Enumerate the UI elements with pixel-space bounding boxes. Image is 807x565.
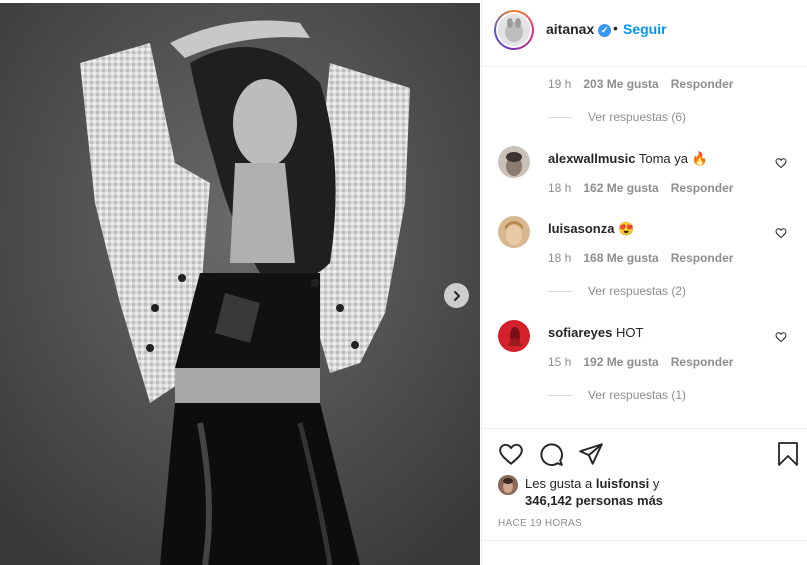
next-photo-button[interactable]: [444, 283, 469, 308]
comment-meta: 18 h 162 Me gusta Responder: [548, 181, 733, 195]
photo-illustration: [0, 3, 480, 565]
comment-text: luisasonza 😍: [548, 221, 634, 237]
post-actions: Les gusta a luisfonsi y 346,142 personas…: [482, 428, 807, 565]
bookmark-icon[interactable]: [776, 441, 800, 467]
comments-list[interactable]: 19 h 203 Me gusta Responder Ver respuest…: [482, 68, 807, 428]
comment-like-icon[interactable]: [775, 227, 787, 239]
comment-likes[interactable]: 192 Me gusta: [583, 355, 658, 369]
commenter-username[interactable]: sofiareyes: [548, 325, 612, 340]
comment-likes[interactable]: 203 Me gusta: [583, 77, 658, 91]
follow-button[interactable]: Seguir: [623, 21, 667, 37]
heart-icon[interactable]: [498, 441, 524, 467]
reply-button[interactable]: Responder: [671, 251, 734, 265]
comment-meta: 19 h 203 Me gusta Responder: [548, 77, 733, 91]
comment-time: 19 h: [548, 77, 572, 91]
comment-likes[interactable]: 162 Me gusta: [583, 181, 658, 195]
reply-button[interactable]: Responder: [671, 355, 734, 369]
post-sidebar: aitanax ✓ • Seguir 19 h 203 Me gusta Resp…: [481, 0, 807, 565]
verified-badge-icon: ✓: [598, 23, 612, 37]
commenter-username[interactable]: luisasonza: [548, 221, 614, 236]
commenter-avatar[interactable]: [498, 320, 530, 352]
comment-time: 18 h: [548, 251, 572, 265]
replies-divider: [548, 290, 572, 292]
likes-count[interactable]: 346,142 personas más: [525, 493, 663, 508]
author-username[interactable]: aitanax ✓: [546, 21, 612, 37]
view-replies-label: Ver respuestas (6): [588, 110, 687, 124]
comment-likes[interactable]: 168 Me gusta: [583, 251, 658, 265]
view-replies-button[interactable]: Ver respuestas (1): [548, 388, 686, 402]
comment-time: 15 h: [548, 355, 572, 369]
post-photo[interactable]: [0, 3, 480, 565]
commenter-avatar[interactable]: [498, 216, 530, 248]
avatar-image: [498, 216, 530, 248]
avatar-image: [498, 146, 530, 178]
avatar-image: [498, 320, 530, 352]
liker-avatar-image: [498, 475, 518, 495]
liker-username[interactable]: luisfonsi: [596, 476, 649, 491]
reply-button[interactable]: Responder: [671, 77, 734, 91]
comment-body: 😍: [618, 221, 635, 236]
comment-like-icon[interactable]: [775, 331, 787, 343]
comment-text: sofiareyes HOT: [548, 325, 643, 340]
view-replies-button[interactable]: Ver respuestas (2): [548, 284, 686, 298]
view-replies-label: Ver respuestas (2): [588, 284, 687, 298]
view-replies-label: Ver respuestas (1): [588, 388, 687, 402]
chevron-right-icon: [453, 290, 460, 301]
comment-body: Toma ya 🔥: [638, 151, 708, 166]
likes-prefix: Les gusta a: [525, 476, 593, 491]
share-icon[interactable]: [578, 441, 604, 467]
author-username-text: aitanax: [546, 21, 595, 37]
likes-line: Les gusta a luisfonsi y: [525, 476, 659, 491]
separator-dot: •: [613, 20, 618, 36]
replies-divider: [548, 394, 572, 396]
comment-text: alexwallmusic Toma ya 🔥: [548, 151, 708, 167]
comment-meta: 18 h 168 Me gusta Responder: [548, 251, 733, 265]
author-avatar-image: [498, 14, 530, 46]
likes-suffix: y: [652, 476, 660, 491]
replies-divider: [548, 116, 572, 118]
author-avatar[interactable]: [494, 10, 534, 50]
comment-time: 18 h: [548, 181, 572, 195]
add-comment-bar[interactable]: [482, 540, 807, 565]
post-header: aitanax ✓ • Seguir: [482, 0, 807, 67]
reply-button[interactable]: Responder: [671, 181, 734, 195]
liker-avatar[interactable]: [498, 475, 518, 495]
media-pane: [0, 0, 481, 565]
commenter-username[interactable]: alexwallmusic: [548, 151, 635, 166]
comment-like-icon[interactable]: [775, 157, 787, 169]
comment-icon[interactable]: [538, 441, 564, 467]
post-timestamp[interactable]: HACE 19 HORAS: [498, 518, 582, 529]
commenter-avatar[interactable]: [498, 146, 530, 178]
comment-body: HOT: [615, 325, 644, 340]
view-replies-button[interactable]: Ver respuestas (6): [548, 110, 686, 124]
comment-meta: 15 h 192 Me gusta Responder: [548, 355, 733, 369]
